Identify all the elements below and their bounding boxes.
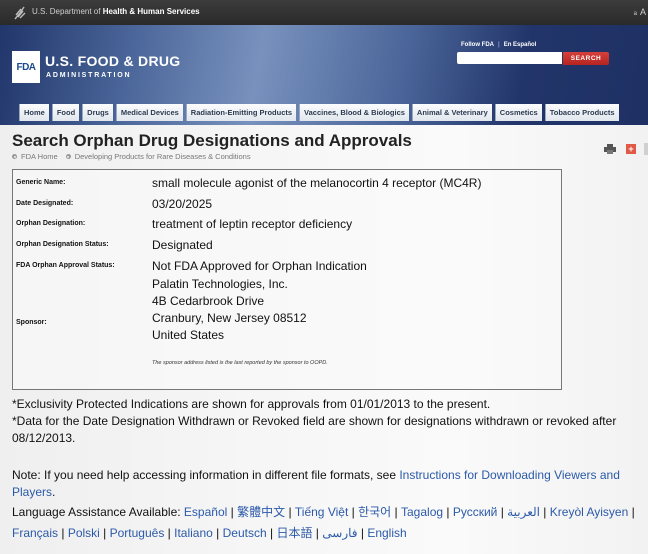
hhs-agency: Health & Human Services [102, 7, 200, 16]
breadcrumb-rare-diseases[interactable]: Developing Products for Rare Diseases & … [75, 152, 251, 161]
text-size-small-button[interactable]: a [634, 11, 637, 17]
generic-name-value: small molecule agonist of the melanocort… [152, 176, 482, 190]
language-link[interactable]: Tiếng Việt [295, 505, 348, 519]
note-text: Note: If you need help accessing informa… [12, 468, 400, 482]
hhs-link[interactable]: U.S. Department of Health & Human Servic… [32, 7, 200, 16]
language-link[interactable]: Português [110, 526, 165, 540]
generic-name-label: Generic Name: [16, 179, 66, 186]
sponsor-note: The sponsor address listed is the last r… [152, 360, 328, 366]
language-link[interactable]: Kreyòl Ayisyen [550, 505, 629, 519]
sponsor-name: Palatin Technologies, Inc. [152, 277, 288, 291]
fda-logo-subname: ADMINISTRATION [46, 72, 132, 79]
language-link[interactable]: Русский [453, 505, 498, 519]
tab-tobacco-products[interactable]: Tobacco Products [544, 104, 619, 121]
tab-vaccines-blood-biologics[interactable]: Vaccines, Blood & Biologics [299, 104, 409, 121]
footnotes: *Exclusivity Protected Indications are s… [12, 396, 642, 447]
tab-cosmetics[interactable]: Cosmetics [494, 104, 542, 121]
bullet-icon [65, 154, 71, 159]
sponsor-city: Cranbury, New Jersey 08512 [152, 311, 307, 325]
hhs-eagle-icon [14, 6, 26, 20]
language-link[interactable]: Tagalog [401, 505, 443, 519]
fda-logo-name[interactable]: U.S. FOOD & DRUG [45, 53, 180, 69]
language-link[interactable]: Italiano [174, 526, 213, 540]
language-link[interactable]: 한국어 [358, 505, 391, 519]
hhs-bar: U.S. Department of Health & Human Servic… [0, 0, 648, 26]
utility-links: Follow FDA | En Español [461, 42, 536, 48]
file-format-note: Note: If you need help accessing informa… [12, 467, 642, 501]
language-link[interactable]: Deutsch [223, 526, 267, 540]
main-nav: Home Food Drugs Medical Devices Radiatio… [19, 104, 619, 121]
tab-medical-devices[interactable]: Medical Devices [115, 104, 183, 121]
share-plus-icon[interactable]: + [626, 144, 636, 154]
language-link[interactable]: 日本語 [276, 526, 312, 540]
breadcrumb: FDA Home Developing Products for Rare Di… [12, 152, 259, 161]
fda-logo-badge[interactable]: FDA [12, 51, 40, 83]
language-link[interactable]: Polski [68, 526, 100, 540]
language-link[interactable]: فارسی [322, 526, 357, 540]
orphan-designation-label: Orphan Designation: [16, 220, 86, 227]
sponsor-label: Sponsor: [16, 319, 47, 326]
date-designated-value: 03/20/2025 [152, 197, 213, 211]
email-icon[interactable] [644, 143, 648, 155]
note-end: . [52, 485, 56, 499]
language-link[interactable]: Español [184, 505, 227, 519]
language-label: Language Assistance Available: [12, 505, 184, 519]
tab-food[interactable]: Food [51, 104, 80, 121]
language-link[interactable]: English [367, 526, 406, 540]
approval-status-value: Not FDA Approved for Orphan Indication [152, 259, 367, 273]
print-icon[interactable] [604, 144, 616, 154]
language-link[interactable]: 繁體中文 [237, 505, 285, 519]
search-input[interactable] [457, 52, 562, 64]
exclusivity-footnote: *Exclusivity Protected Indications are s… [12, 397, 491, 411]
language-link[interactable]: Français [12, 526, 58, 540]
designation-detail-table: Generic Name: small molecule agonist of … [12, 169, 562, 390]
approval-status-label: FDA Orphan Approval Status: [16, 262, 115, 269]
language-link[interactable]: العربية [507, 505, 540, 519]
sponsor-street: 4B Cedarbrook Drive [152, 294, 265, 308]
orphan-designation-value: treatment of leptin receptor deficiency [152, 217, 353, 231]
hhs-prefix: U.S. Department of [32, 7, 103, 16]
breadcrumb-fda-home[interactable]: FDA Home [21, 152, 58, 161]
date-designated-label: Date Designated: [16, 200, 74, 207]
en-espanol-link[interactable]: En Español [504, 42, 537, 48]
sponsor-country: United States [152, 328, 225, 342]
divider: | [498, 42, 500, 48]
designation-status-value: Designated [152, 238, 213, 252]
text-size-controls: aA [634, 7, 646, 17]
bullet-icon [12, 154, 17, 159]
tab-home[interactable]: Home [19, 104, 49, 121]
text-size-large-button[interactable]: A [640, 7, 646, 17]
withdrawn-footnote: *Data for the Date Designation Withdrawn… [12, 414, 617, 445]
tab-animal-veterinary[interactable]: Animal & Veterinary [411, 104, 492, 121]
page-title: Search Orphan Drug Designations and Appr… [12, 131, 412, 150]
designation-status-label: Orphan Designation Status: [16, 241, 109, 248]
tab-drugs[interactable]: Drugs [82, 104, 113, 121]
search-button[interactable]: SEARCH [563, 52, 609, 65]
sponsor-address: Palatin Technologies, Inc. 4B Cedarbrook… [152, 276, 307, 344]
follow-fda-link[interactable]: Follow FDA [461, 42, 494, 48]
language-assistance: Language Assistance Available: Español |… [12, 505, 635, 540]
tab-radiation-emitting-products[interactable]: Radiation-Emitting Products [185, 104, 297, 121]
